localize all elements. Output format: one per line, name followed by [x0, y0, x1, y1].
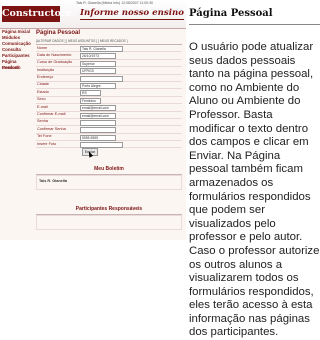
field-label: Sexo	[37, 97, 46, 102]
panel-title: Página Pessoal	[189, 8, 273, 19]
name-field[interactable]: Tais R. Gianella	[80, 46, 123, 52]
form-row: Instituição UFRGS	[36, 67, 182, 75]
bulletin-body: Tais R. Gianella	[36, 175, 182, 190]
form-row: Estado RS	[36, 89, 182, 97]
personal-page-links[interactable]: [ALTERAR DADOS ] [ MEUS ASSUNTOS ] [ MEU…	[36, 39, 127, 43]
brand-logo[interactable]: Constructore	[2, 6, 72, 22]
field-label: Confirmar Senha	[37, 126, 66, 131]
bulletin-user: Tais R. Gianella	[39, 179, 67, 183]
email-field[interactable]: email@email.com	[80, 105, 116, 112]
password-field[interactable]	[80, 119, 116, 126]
bulletin-section: Meu Boletim Tais R. Gianella	[36, 166, 182, 190]
user-info: Tais R. Gianella (Minha Info) 12:08/2007…	[76, 1, 153, 5]
field-label: Tel Fone	[37, 134, 52, 139]
form-row: Sexo Feminino	[36, 97, 182, 105]
page-heading: Página Pessoal	[36, 30, 81, 36]
form-row: Confirmar E-mail email@email.com	[36, 112, 182, 119]
field-label: Instituição	[37, 67, 55, 72]
form-row: Senha	[36, 119, 182, 127]
site-logo-text: Informe nosso ensino superior	[80, 8, 186, 18]
city-field[interactable]: Porto Alegre	[80, 82, 116, 89]
logo-underline	[80, 19, 184, 20]
form-row: Curso de Graduação Superior	[36, 60, 182, 68]
form-row: Tel Fone 5555 5555	[36, 134, 182, 142]
participants-section: Participantes Responsáveis	[36, 206, 182, 230]
sidebar-item-conforto[interactable]: Conforto	[0, 65, 32, 71]
phone-field[interactable]: 5555 5555	[80, 134, 116, 141]
personal-data-form: Nome Tais R. Gianella Data de Nascimento 2…	[36, 44, 182, 149]
top-banner: Constructore Tais R. Gianella (Minha Inf…	[0, 0, 186, 29]
form-row: Endereço	[36, 75, 182, 82]
sex-select[interactable]: Feminino	[80, 97, 101, 104]
form-row: Data de Nascimento 26/10/1973	[36, 52, 182, 60]
state-field[interactable]: RS	[80, 90, 101, 97]
field-label: Nome	[37, 45, 48, 50]
birthdate-field[interactable]: 26/10/1973	[80, 53, 116, 60]
form-row: E-mail email@email.com	[36, 104, 182, 112]
field-label: Curso de Graduação	[37, 60, 73, 65]
bulletin-title: Meu Boletim	[94, 166, 124, 172]
field-label: Inserir Foto	[37, 141, 57, 146]
institution-field[interactable]: UFRGS	[80, 68, 116, 75]
participants-body	[36, 215, 182, 230]
sidebar-nav: Página Inicial Módulos Comunicação Consu…	[0, 29, 32, 71]
field-label: Data de Nascimento	[37, 52, 72, 57]
field-label: E-mail	[37, 104, 48, 109]
description-panel: Página Pessoal O usuário pode atualizar …	[189, 8, 320, 338]
form-row: Nome Tais R. Gianella	[36, 45, 182, 53]
confirm-email-field[interactable]: email@email.com	[80, 112, 116, 119]
field-label: Senha	[37, 119, 48, 124]
field-label: Confirmar E-mail	[37, 112, 66, 117]
screenshot-panel: Constructore Tais R. Gianella (Minha Inf…	[0, 0, 186, 240]
form-row: Cidade Porto Alegre	[36, 82, 182, 90]
form-row: Confirmar Senha	[36, 126, 182, 134]
field-label: Cidade	[37, 82, 50, 87]
field-label: Estado	[37, 89, 49, 94]
participants-title: Participantes Responsáveis	[75, 206, 143, 212]
panel-divider	[189, 24, 320, 25]
course-field[interactable]: Superior	[80, 60, 116, 67]
form-row: Inserir Foto	[36, 141, 182, 149]
address-field[interactable]	[80, 75, 123, 82]
panel-description: O usuário pode atualizar seus dados pess…	[189, 41, 320, 339]
field-label: Endereço	[37, 75, 54, 80]
confirm-password-field[interactable]	[80, 127, 116, 134]
